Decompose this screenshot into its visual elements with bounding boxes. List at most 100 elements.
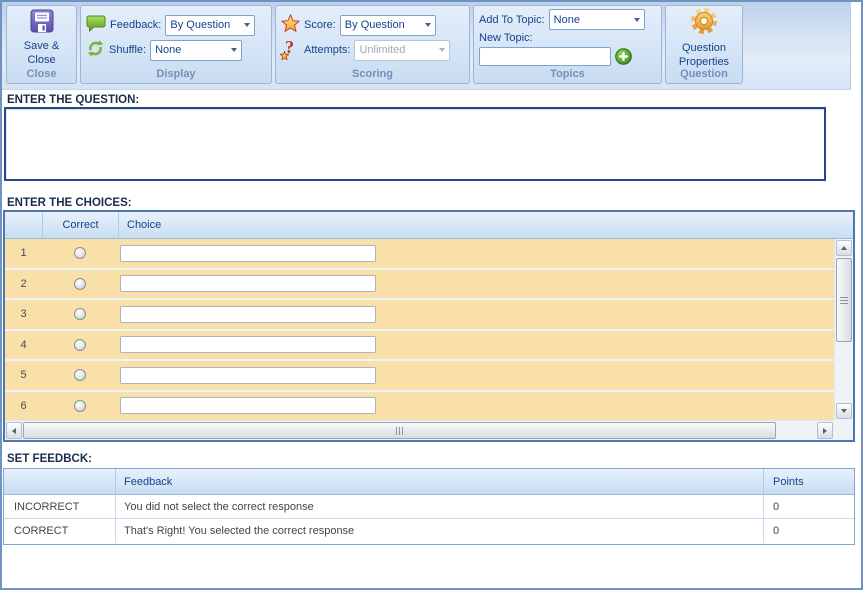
choice-row-number: 2: [5, 278, 42, 290]
new-topic-input[interactable]: [479, 47, 611, 66]
vertical-scroll-track[interactable]: [835, 257, 853, 402]
save-close-button[interactable]: Save & Close: [12, 9, 71, 66]
star-icon: [281, 14, 300, 36]
choice-text-input[interactable]: [120, 275, 376, 292]
choice-radio-cell: [42, 247, 117, 259]
horizontal-scroll-track[interactable]: [23, 422, 816, 439]
feedback-header-type: [4, 469, 116, 494]
feedback-row-type: INCORRECT: [4, 495, 116, 518]
feedback-row: INCORRECT You did not select the correct…: [4, 495, 854, 519]
arrow-left-icon: [12, 428, 16, 434]
ribbon-group-scoring: Score: By Question ? Attempts:: [275, 5, 470, 84]
chevron-down-icon: [630, 18, 644, 22]
scrollbar-corner: [834, 420, 853, 440]
question-properties-button[interactable]: Question Properties: [671, 9, 737, 66]
gear-icon: [689, 6, 719, 40]
ribbon-toolbar: Save & Close Close Feedback:: [2, 2, 851, 90]
correct-radio-button[interactable]: [74, 278, 86, 290]
correct-radio-button[interactable]: [74, 247, 86, 259]
arrow-down-icon: [841, 409, 847, 413]
arrow-up-icon: [841, 246, 847, 250]
feedback-dropdown[interactable]: By Question: [165, 15, 255, 36]
add-to-topic-dropdown[interactable]: None: [549, 9, 645, 30]
choice-text-input[interactable]: [120, 306, 376, 323]
choice-row-number: 5: [5, 369, 42, 381]
add-topic-button[interactable]: [615, 48, 632, 65]
grip-icon: [396, 427, 403, 435]
group-label-topics: Topics: [474, 67, 661, 83]
feedback-header-points: Points: [764, 469, 854, 494]
ribbon-group-question: Question Properties Question: [665, 5, 743, 84]
ribbon-group-display: Feedback: By Question: [80, 5, 272, 84]
choices-header-number: [5, 212, 43, 238]
feedback-row-points[interactable]: 0: [764, 519, 854, 543]
choice-radio-cell: [42, 339, 117, 351]
arrow-right-icon: [823, 428, 827, 434]
choice-text-input[interactable]: [120, 397, 376, 414]
scroll-up-button[interactable]: [836, 240, 852, 256]
question-properties-label: Question Properties: [671, 42, 737, 68]
vertical-scrollbar[interactable]: [834, 239, 853, 420]
attempts-dropdown-label: Attempts:: [304, 44, 350, 56]
grip-icon: [840, 297, 848, 304]
choice-radio-cell: [42, 400, 117, 412]
scroll-left-button[interactable]: [6, 422, 22, 439]
shuffle-refresh-icon: [86, 39, 105, 61]
choice-row: 1: [5, 239, 834, 270]
vertical-scroll-thumb[interactable]: [836, 258, 852, 342]
choices-grid: Correct Choice 1 2 3 4 5: [3, 210, 855, 442]
set-feedback-label: SET FEEDBCK:: [7, 453, 92, 465]
choices-header-correct: Correct: [43, 212, 119, 238]
question-editor-window: Save & Close Close Feedback:: [0, 0, 863, 590]
question-mark-icon: ?: [281, 40, 300, 60]
feedback-row-text[interactable]: That's Right! You selected the correct r…: [116, 519, 764, 543]
question-text-input[interactable]: [4, 107, 826, 181]
speech-bubble-icon: [86, 14, 106, 36]
choices-rows: 1 2 3 4 5 6: [5, 239, 834, 420]
feedback-table: Feedback Points INCORRECT You did not se…: [3, 468, 855, 545]
enter-question-label: ENTER THE QUESTION:: [7, 94, 139, 106]
save-close-label: Save & Close: [18, 40, 66, 66]
feedback-dropdown-value: By Question: [166, 19, 240, 31]
choice-radio-cell: [42, 278, 117, 290]
attempts-dropdown: Unlimited: [354, 40, 450, 61]
choice-row-number: 4: [5, 339, 42, 351]
feedback-row: CORRECT That's Right! You selected the c…: [4, 519, 854, 543]
correct-radio-button[interactable]: [74, 339, 86, 351]
score-dropdown-value: By Question: [341, 19, 421, 31]
choice-row: 2: [5, 270, 834, 301]
scroll-right-button[interactable]: [817, 422, 833, 439]
correct-radio-button[interactable]: [74, 308, 86, 320]
shuffle-dropdown[interactable]: None: [150, 40, 242, 61]
feedback-row-points[interactable]: 0: [764, 495, 854, 518]
choice-row-number: 3: [5, 308, 42, 320]
scroll-down-button[interactable]: [836, 403, 852, 419]
new-topic-label: New Topic:: [479, 32, 533, 44]
feedback-rows: INCORRECT You did not select the correct…: [4, 495, 854, 543]
group-label-display: Display: [81, 67, 271, 83]
group-label-scoring: Scoring: [276, 67, 469, 83]
chevron-down-icon: [421, 23, 435, 27]
score-dropdown-label: Score:: [304, 19, 336, 31]
choice-row: 3: [5, 300, 834, 331]
ribbon-group-topics: Add To Topic: None New Topic:: [473, 5, 662, 84]
feedback-row-text[interactable]: You did not select the correct response: [116, 495, 764, 518]
enter-choices-label: ENTER THE CHOICES:: [7, 197, 132, 209]
choice-row: 6: [5, 392, 834, 421]
horizontal-scrollbar[interactable]: [5, 420, 834, 440]
choices-header-row: Correct Choice: [5, 212, 853, 239]
choice-text-input[interactable]: [120, 367, 376, 384]
correct-radio-button[interactable]: [74, 369, 86, 381]
score-dropdown[interactable]: By Question: [340, 15, 436, 36]
choice-radio-cell: [42, 308, 117, 320]
choice-text-input[interactable]: [120, 245, 376, 262]
chevron-down-icon: [435, 48, 449, 52]
feedback-header-row: Feedback Points: [4, 469, 854, 495]
correct-radio-button[interactable]: [74, 400, 86, 412]
feedback-row-type: CORRECT: [4, 519, 116, 543]
choice-text-input[interactable]: [120, 336, 376, 353]
choice-row-number: 1: [5, 247, 42, 259]
horizontal-scroll-thumb[interactable]: [23, 422, 776, 439]
chevron-down-icon: [227, 48, 241, 52]
choices-header-choice: Choice: [119, 212, 853, 238]
